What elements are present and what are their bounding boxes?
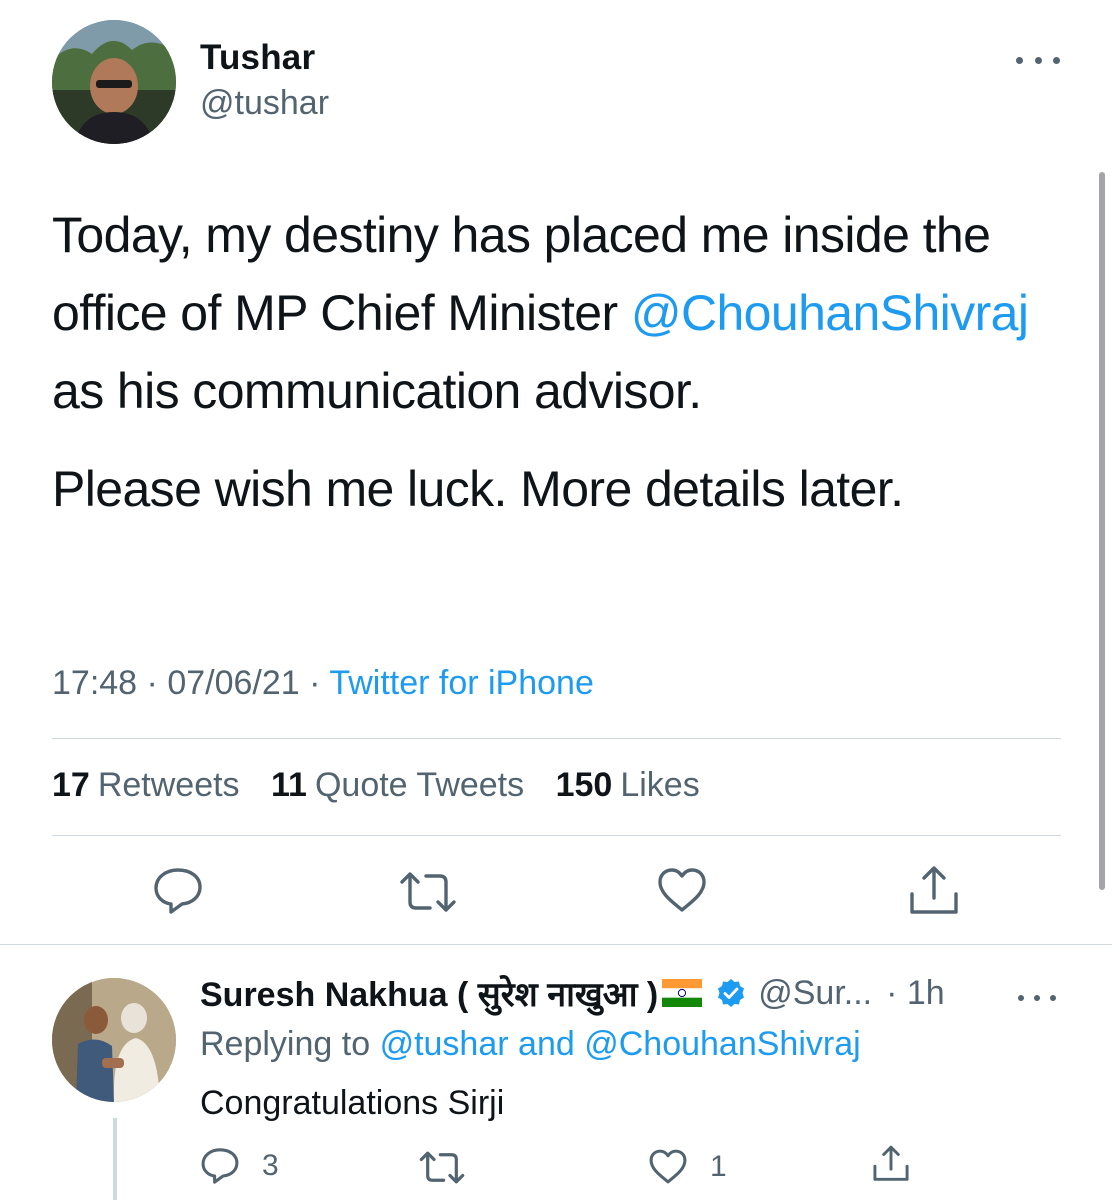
thread-line — [113, 1118, 117, 1200]
replying-to-mention[interactable]: @ChouhanShivraj — [584, 1025, 860, 1063]
share-icon[interactable] — [908, 864, 960, 918]
reply-icon[interactable] — [152, 866, 204, 916]
tweet-meta: 17:48 · 07/06/21 · Twitter for iPhone — [52, 664, 594, 703]
reply-author-avatar[interactable] — [52, 978, 176, 1102]
india-flag-icon — [662, 979, 703, 1007]
retweet-icon — [419, 1151, 465, 1184]
replying-to-prefix: Replying to — [200, 1025, 371, 1063]
tweet-stats: 17 Retweets 11 Quote Tweets 150 Likes — [52, 766, 722, 805]
verified-badge-icon — [718, 979, 745, 1007]
scrollbar[interactable] — [1099, 172, 1105, 890]
share-icon — [873, 1145, 909, 1181]
likes-stat[interactable]: 150 Likes — [556, 766, 700, 804]
author-handle[interactable]: @tushar — [200, 84, 329, 123]
reply-reply-button[interactable]: 3 — [200, 1146, 279, 1186]
reply-more-options-icon[interactable] — [1018, 988, 1056, 1008]
reply-author-handle[interactable]: @Sur... — [758, 974, 872, 1013]
like-icon[interactable] — [656, 866, 708, 914]
tweet-text: Today, my destiny has placed me inside t… — [52, 196, 1082, 528]
tweet-time: 17:48 — [52, 664, 138, 702]
tweet-text-part: as his communication advisor. — [52, 363, 702, 419]
retweet-icon[interactable] — [398, 870, 458, 914]
divider — [52, 835, 1061, 836]
author-avatar[interactable] — [52, 20, 176, 144]
divider — [52, 738, 1061, 739]
retweets-stat[interactable]: 17 Retweets — [52, 766, 240, 804]
section-separator — [0, 944, 1112, 945]
reply-time: · 1h — [886, 973, 945, 1012]
tweet-date: 07/06/21 — [167, 664, 300, 702]
reply-share-button[interactable] — [872, 1144, 910, 1184]
reply-like-count: 1 — [710, 1149, 727, 1183]
meta-separator: · — [146, 664, 158, 702]
replying-to: Replying to @tushar and @ChouhanShivraj — [200, 1025, 861, 1064]
replying-to-mention[interactable]: @tushar — [380, 1025, 509, 1063]
author-name[interactable]: Tushar — [200, 38, 315, 78]
reply-like-button[interactable]: 1 — [648, 1148, 727, 1185]
reply-count: 3 — [262, 1149, 279, 1182]
reply-text: Congratulations Sirji — [200, 1084, 505, 1122]
mention-link[interactable]: @ChouhanShivraj — [631, 285, 1029, 341]
reply-icon — [201, 1148, 239, 1184]
more-options-icon[interactable] — [1016, 48, 1060, 72]
like-icon — [649, 1149, 687, 1184]
tweet-detail-page: Tushar @tushar Today, my destiny has pla… — [0, 0, 1112, 1200]
replying-to-joiner: and — [518, 1025, 575, 1063]
tweet-source-link[interactable]: Twitter for iPhone — [329, 664, 594, 702]
tweet-text-paragraph: Please wish me luck. More details later. — [52, 461, 904, 517]
meta-separator: · — [309, 664, 321, 702]
reply-header: Suresh Nakhua ( सुरेश नाखुआ ) @Sur... · … — [200, 970, 1090, 1016]
reply-author-name[interactable]: Suresh Nakhua ( सुरेश नाखुआ ) — [200, 970, 658, 1016]
quote-tweets-stat[interactable]: 11 Quote Tweets — [271, 766, 524, 804]
reply-retweet-button[interactable] — [418, 1150, 488, 1185]
